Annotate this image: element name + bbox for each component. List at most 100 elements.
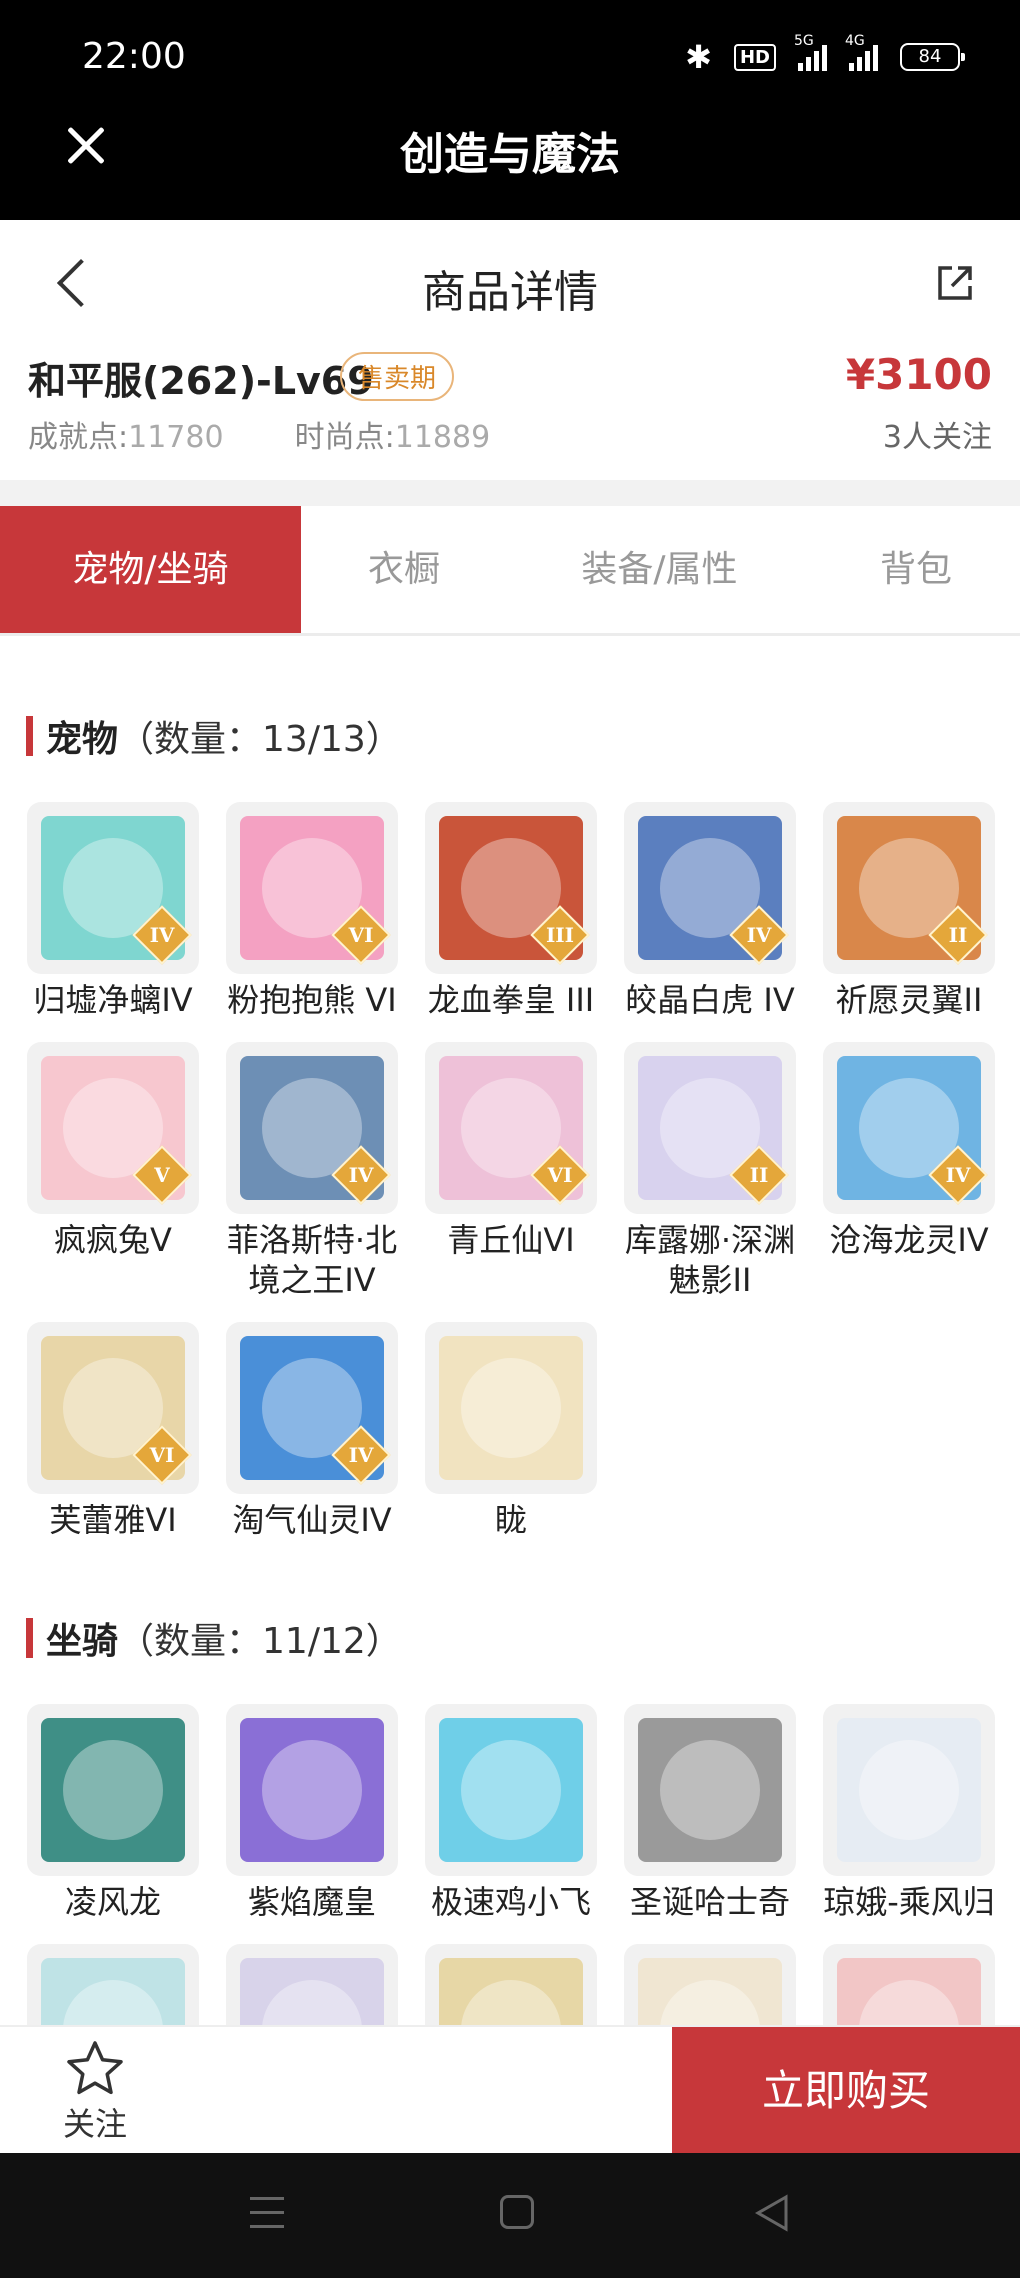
pets-section-title: 宠物（数量：13/13） bbox=[26, 710, 402, 762]
status-icons: ✱ HD 5G 4G 84 bbox=[685, 33, 965, 76]
content-area[interactable]: 宠物（数量：13/13） IV 归墟净螭IV VI 粉抱抱熊 VI III 龙血拳皇 II… bbox=[0, 640, 1020, 2025]
item-name: 紫焰魔皇 bbox=[247, 1883, 376, 1921]
item-thumbnail: IV bbox=[226, 1322, 398, 1494]
item-thumbnail: IV bbox=[27, 802, 199, 974]
item-name: 凌风龙 bbox=[64, 1883, 161, 1921]
character-art bbox=[439, 1958, 583, 2025]
item-thumbnail: II bbox=[823, 802, 995, 974]
list-item[interactable]: IV 归墟净螭IV bbox=[27, 802, 199, 1020]
list-item[interactable]: II 祈愿灵翼II bbox=[823, 802, 995, 1020]
list-item[interactable]: 圣诞哈士奇 bbox=[624, 1704, 796, 1922]
menu-icon[interactable] bbox=[250, 2197, 284, 2231]
achievement-value: 11780 bbox=[128, 420, 224, 455]
character-art bbox=[240, 1718, 384, 1862]
list-item[interactable] bbox=[27, 1944, 199, 2025]
item-name: 青丘仙VI bbox=[447, 1221, 575, 1259]
list-item[interactable]: III 龙血拳皇 III bbox=[425, 802, 597, 1020]
signal-5g-icon: 5G bbox=[794, 33, 827, 71]
list-item[interactable]: 极速鸡小飞 bbox=[425, 1704, 597, 1922]
list-item[interactable]: IV 沧海龙灵IV bbox=[823, 1042, 995, 1300]
list-item[interactable]: VI 粉抱抱熊 VI bbox=[226, 802, 398, 1020]
item-name: 圣诞哈士奇 bbox=[629, 1883, 790, 1921]
item-thumbnail: VI bbox=[27, 1322, 199, 1494]
list-item[interactable]: V 疯疯兔V bbox=[27, 1042, 199, 1300]
battery-icon: 84 bbox=[900, 43, 965, 71]
list-item[interactable] bbox=[823, 1944, 995, 2025]
item-thumbnail: VI bbox=[226, 802, 398, 974]
item-name: 极速鸡小飞 bbox=[430, 1883, 591, 1921]
list-item[interactable]: IV 淘气仙灵IV bbox=[226, 1322, 398, 1540]
list-item[interactable] bbox=[624, 1944, 796, 2025]
list-item[interactable] bbox=[425, 1944, 597, 2025]
product-stats: 成就点:11780 时尚点:11889 bbox=[28, 412, 490, 456]
character-art bbox=[41, 1958, 185, 2025]
page-header: 商品详情 bbox=[0, 220, 1020, 350]
list-item[interactable]: 紫焰魔皇 bbox=[226, 1704, 398, 1922]
product-summary: 和平服(262)-Lv69 售卖期 ¥3100 成就点:11780 时尚点:11… bbox=[0, 350, 1020, 480]
item-thumbnail bbox=[624, 1704, 796, 1876]
item-thumbnail bbox=[823, 1944, 995, 2025]
list-item[interactable]: 琼娥-乘风归 bbox=[823, 1704, 995, 1922]
item-name: 龙血拳皇 III bbox=[427, 981, 595, 1019]
home-icon[interactable] bbox=[500, 2195, 534, 2229]
item-name: 粉抱抱熊 VI bbox=[227, 981, 397, 1019]
item-name: 祈愿灵翼II bbox=[835, 981, 983, 1019]
bottom-action-bar: 关注 立即购买 bbox=[0, 2025, 1020, 2155]
character-art bbox=[638, 1718, 782, 1862]
tab-equipment[interactable]: 装备/属性 bbox=[507, 506, 812, 633]
item-thumbnail bbox=[27, 1704, 199, 1876]
status-time: 22:00 bbox=[82, 36, 186, 77]
section-divider bbox=[0, 480, 1020, 506]
list-item[interactable] bbox=[226, 1944, 398, 2025]
product-name: 和平服(262)-Lv69 bbox=[28, 359, 374, 403]
item-thumbnail bbox=[226, 1944, 398, 2025]
item-thumbnail bbox=[624, 1944, 796, 2025]
status-badge: 售卖期 bbox=[340, 352, 455, 401]
tab-wardrobe[interactable]: 衣橱 bbox=[301, 506, 507, 633]
star-icon bbox=[67, 2041, 123, 2095]
item-thumbnail: III bbox=[425, 802, 597, 974]
price: ¥3100 bbox=[845, 350, 992, 399]
buy-now-button[interactable]: 立即购买 bbox=[672, 2027, 1020, 2155]
list-item[interactable]: VI 青丘仙VI bbox=[425, 1042, 597, 1300]
mounts-section-title: 坐骑（数量：11/12） bbox=[26, 1612, 402, 1664]
pet-grid: IV 归墟净螭IV VI 粉抱抱熊 VI III 龙血拳皇 III IV 皎晶白虎 IV II 祈… bbox=[27, 802, 995, 1540]
back-triangle-icon[interactable] bbox=[752, 2193, 790, 2233]
item-thumbnail bbox=[27, 1944, 199, 2025]
achievement-label: 成就点: bbox=[28, 420, 129, 455]
item-thumbnail: IV bbox=[624, 802, 796, 974]
character-art bbox=[41, 1718, 185, 1862]
follow-button[interactable]: 关注 bbox=[0, 2027, 190, 2155]
item-name: 皎晶白虎 IV bbox=[625, 981, 795, 1019]
tab-bar: 宠物/坐骑 衣橱 装备/属性 背包 bbox=[0, 506, 1020, 636]
hd-icon: HD bbox=[733, 43, 776, 71]
item-thumbnail: VI bbox=[425, 1042, 597, 1214]
character-art bbox=[638, 1958, 782, 2025]
tab-pets-mounts[interactable]: 宠物/坐骑 bbox=[0, 506, 301, 633]
item-thumbnail bbox=[425, 1322, 597, 1494]
list-item[interactable]: 凌风龙 bbox=[27, 1704, 199, 1922]
item-name: 库露娜·深渊魅影II bbox=[624, 1221, 796, 1299]
fashion-label: 时尚点: bbox=[294, 420, 395, 455]
share-icon[interactable] bbox=[934, 262, 976, 304]
mount-grid: 凌风龙 紫焰魔皇 极速鸡小飞 圣诞哈士奇 琼娥-乘风归 bbox=[27, 1704, 995, 2025]
item-thumbnail: IV bbox=[823, 1042, 995, 1214]
list-item[interactable]: II 库露娜·深渊魅影II bbox=[624, 1042, 796, 1300]
page-title: 商品详情 bbox=[422, 267, 598, 318]
item-name: 菲洛斯特·北境之王IV bbox=[226, 1221, 398, 1299]
list-item[interactable]: IV 皎晶白虎 IV bbox=[624, 802, 796, 1020]
system-nav-bar bbox=[0, 2153, 1020, 2278]
list-item[interactable]: IV 菲洛斯特·北境之王IV bbox=[226, 1042, 398, 1300]
tab-bag[interactable]: 背包 bbox=[812, 506, 1020, 633]
list-item[interactable]: 眬 bbox=[425, 1322, 597, 1540]
character-art bbox=[439, 1336, 583, 1480]
character-art bbox=[837, 1958, 981, 2025]
character-art bbox=[837, 1718, 981, 1862]
item-thumbnail bbox=[226, 1704, 398, 1876]
item-thumbnail: IV bbox=[226, 1042, 398, 1214]
app-title: 创造与魔法 bbox=[400, 129, 620, 180]
fashion-value: 11889 bbox=[394, 420, 491, 455]
item-thumbnail bbox=[823, 1704, 995, 1876]
item-name: 芙蕾雅VI bbox=[49, 1501, 177, 1539]
list-item[interactable]: VI 芙蕾雅VI bbox=[27, 1322, 199, 1540]
